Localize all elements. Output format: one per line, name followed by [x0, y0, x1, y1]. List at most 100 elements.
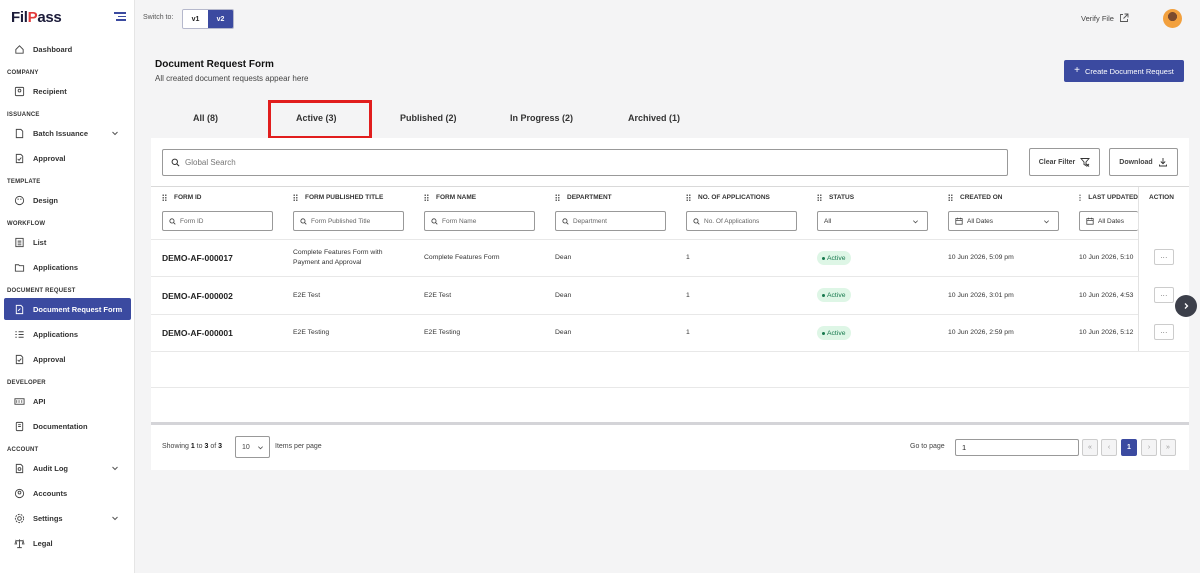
column-header-last-updated[interactable]: LAST UPDATED — [1079, 194, 1138, 201]
status-label: Active — [827, 329, 846, 337]
select-value: All — [824, 217, 832, 225]
cell-form-id[interactable]: DEMO-AF-000017 — [162, 253, 233, 263]
document-icon — [14, 128, 25, 139]
items-per-page-select[interactable]: 10 — [235, 436, 270, 458]
column-header-form-name[interactable]: FORM NAME — [424, 194, 476, 201]
column-header-department[interactable]: DEPARTMENT — [555, 194, 612, 201]
drag-handle-icon[interactable] — [162, 194, 167, 201]
cell-department: Dean — [555, 329, 572, 336]
select-value: All Dates — [967, 217, 994, 225]
drag-handle-icon[interactable] — [293, 194, 298, 201]
last-updated-filter-select[interactable]: All Dates — [1079, 211, 1138, 231]
sidebar-item-dr-applications[interactable]: Applications — [4, 323, 131, 345]
page-subtitle: All created document requests appear her… — [155, 74, 309, 83]
drag-handle-icon[interactable] — [948, 194, 953, 201]
chevron-down-icon — [112, 516, 118, 521]
sidebar-item-workflow-applications[interactable]: Applications — [4, 256, 131, 278]
search-icon — [171, 158, 180, 167]
column-header-form-id[interactable]: FORM ID — [162, 194, 201, 201]
cell-created-on: 10 Jun 2026, 3:01 pm — [948, 292, 1014, 299]
cell-no-of-applications: 1 — [686, 329, 690, 336]
drag-handle-icon[interactable] — [817, 194, 822, 201]
form-published-title-filter-input[interactable]: Form Published Title — [293, 211, 404, 231]
sidebar-item-approval[interactable]: Approval — [4, 147, 131, 169]
no-of-applications-filter-input[interactable]: No. Of Applications — [686, 211, 797, 231]
tab-archived[interactable]: Archived (1) — [628, 113, 680, 123]
section-label-template: TEMPLATE — [7, 179, 41, 185]
version-switch: v1 v2 — [182, 9, 234, 29]
showing-label: Showing — [162, 443, 189, 450]
global-search-input[interactable]: Global Search — [162, 149, 1008, 176]
user-avatar[interactable] — [1163, 9, 1182, 28]
row-action-menu-button[interactable]: ... — [1154, 324, 1174, 340]
cell-no-of-applications: 1 — [686, 254, 690, 261]
sidebar-item-label: Applications — [33, 329, 79, 339]
form-name-filter-input[interactable]: Form Name — [424, 211, 535, 231]
sidebar-item-api[interactable]: API — [4, 390, 131, 412]
sidebar-item-recipient[interactable]: Recipient — [4, 80, 131, 102]
section-label-document-request: DOCUMENT REQUEST — [7, 288, 76, 294]
column-header-status[interactable]: STATUS — [817, 194, 854, 201]
last-page-button[interactable]: » — [1160, 439, 1176, 456]
tab-in-progress[interactable]: In Progress (2) — [510, 113, 573, 123]
column-label: FORM PUBLISHED TITLE — [305, 194, 384, 201]
created-on-filter-select[interactable]: All Dates — [948, 211, 1059, 231]
sidebar-item-documentation[interactable]: Documentation — [4, 415, 131, 437]
switch-v1-button[interactable]: v1 — [183, 10, 208, 28]
scroll-right-button[interactable] — [1175, 295, 1197, 317]
sidebar: FilPass Dashboard COMPANY Recipient ISSU… — [0, 0, 135, 573]
clear-filter-button[interactable]: Clear Filter — [1029, 148, 1100, 176]
sidebar-item-settings[interactable]: Settings — [4, 507, 131, 529]
drag-handle-icon[interactable] — [555, 194, 560, 201]
sidebar-item-label: Design — [33, 195, 59, 205]
sidebar-item-batch-issuance[interactable]: Batch Issuance — [4, 122, 131, 144]
sidebar-item-legal[interactable]: Legal — [4, 532, 131, 554]
download-button[interactable]: Download — [1109, 148, 1178, 176]
column-header-form-published-title[interactable]: FORM PUBLISHED TITLE — [293, 194, 383, 201]
app-logo[interactable]: FilPass — [11, 9, 62, 26]
horizontal-scrollbar[interactable] — [151, 422, 1189, 425]
status-filter-select[interactable]: All — [817, 211, 928, 231]
sidebar-item-document-request-form[interactable]: Document Request Form — [4, 298, 131, 320]
status-badge: Active — [817, 251, 851, 265]
prev-page-button[interactable]: ‹ — [1101, 439, 1117, 456]
tab-all[interactable]: All (8) — [193, 113, 218, 123]
sidebar-item-design[interactable]: Design — [4, 189, 131, 211]
department-filter-input[interactable]: Department — [555, 211, 666, 231]
column-header-no-of-applications[interactable]: NO. OF APPLICATIONS — [686, 194, 770, 201]
switch-v2-button[interactable]: v2 — [208, 10, 233, 28]
drag-handle-icon[interactable] — [686, 194, 691, 201]
sidebar-item-accounts[interactable]: Accounts — [4, 482, 131, 504]
column-header-created-on[interactable]: CREATED ON — [948, 194, 1003, 201]
page-1-button[interactable]: 1 — [1121, 439, 1137, 456]
status-badge: Active — [817, 326, 851, 340]
sidebar-item-audit-log[interactable]: Audit Log — [4, 457, 131, 479]
plus-icon: + — [1074, 65, 1081, 76]
sidebar-item-dashboard[interactable]: Dashboard — [4, 38, 131, 60]
go-to-page-input[interactable]: 1 — [955, 439, 1079, 456]
cell-form-id[interactable]: DEMO-AF-000001 — [162, 328, 233, 338]
chevron-down-icon — [1044, 220, 1049, 224]
first-page-button[interactable]: « — [1082, 439, 1098, 456]
verify-file-link[interactable]: Verify File — [1081, 13, 1129, 23]
book-icon — [14, 421, 25, 432]
cell-form-id[interactable]: DEMO-AF-000002 — [162, 291, 233, 301]
create-document-request-button[interactable]: + Create Document Request — [1064, 60, 1184, 82]
sidebar-item-label: Accounts — [33, 488, 68, 498]
hamburger-icon[interactable] — [114, 12, 126, 22]
sidebar-item-label: Settings — [33, 513, 63, 523]
sidebar-item-dr-approval[interactable]: Approval — [4, 348, 131, 370]
user-circle-icon — [14, 488, 25, 499]
row-action-menu-button[interactable]: ... — [1154, 287, 1174, 303]
drag-handle-icon[interactable] — [1079, 194, 1082, 201]
sidebar-item-list[interactable]: List — [4, 231, 131, 253]
tab-published[interactable]: Published (2) — [400, 113, 457, 123]
drag-handle-icon[interactable] — [424, 194, 429, 201]
next-page-button[interactable]: › — [1141, 439, 1157, 456]
sidebar-item-label: Recipient — [33, 86, 67, 96]
form-id-filter-input[interactable]: Form ID — [162, 211, 273, 231]
status-label: Active — [827, 254, 846, 262]
search-icon — [300, 217, 307, 225]
row-divider — [151, 239, 1189, 240]
row-action-menu-button[interactable]: ... — [1154, 249, 1174, 265]
